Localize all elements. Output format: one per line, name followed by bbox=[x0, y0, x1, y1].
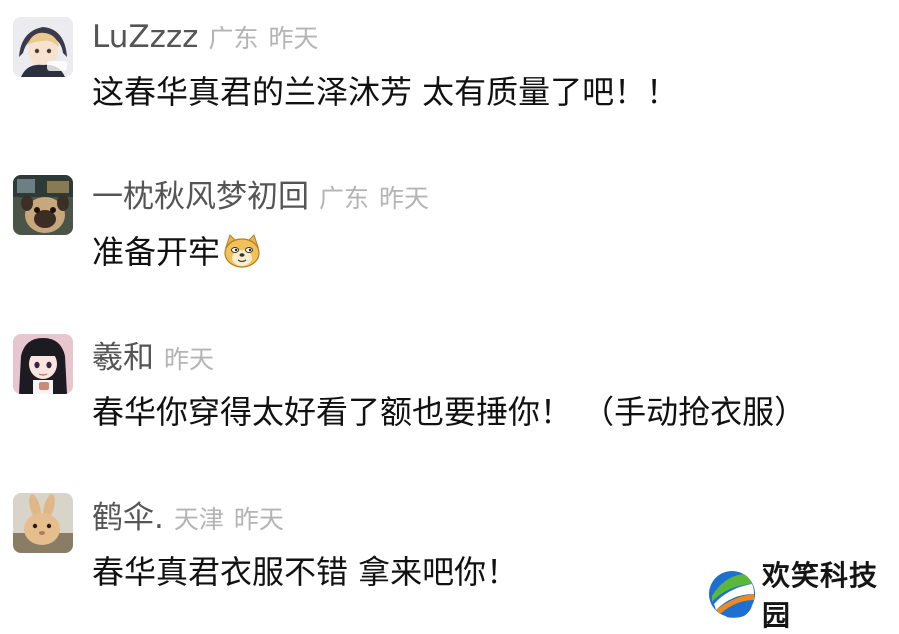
tech-park-logo-icon bbox=[706, 568, 758, 620]
avatar-anime-boy-icon[interactable] bbox=[13, 17, 73, 77]
comment-meta: LuZzzz 广东 昨天 bbox=[92, 15, 318, 59]
username[interactable]: LuZzzz bbox=[92, 19, 198, 55]
comment-item: LuZzzz 广东 昨天 这春华真君的兰泽沐芳 太有质量了吧！！ bbox=[0, 0, 899, 140]
username[interactable]: 羲和 bbox=[92, 340, 154, 376]
timestamp: 昨天 bbox=[268, 24, 319, 53]
doge-emoji-icon bbox=[222, 233, 262, 269]
timestamp: 昨天 bbox=[379, 184, 430, 213]
comment-text: 春华真君衣服不错 拿来吧你！ bbox=[92, 553, 519, 591]
watermark: 欢笑科技园 bbox=[706, 559, 899, 632]
comment-text: 春华你穿得太好看了额也要捶你！ （手动抢衣服） bbox=[92, 393, 807, 431]
comment-meta: 一枕秋风梦初回 广东 昨天 bbox=[92, 175, 429, 219]
comment-text: 这春华真君的兰泽沐芳 太有质量了吧！！ bbox=[92, 73, 679, 111]
comment-text: 准备开牢 bbox=[92, 233, 221, 271]
comment-meta: 羲和 昨天 bbox=[92, 336, 214, 380]
comment-text-row: 准备开牢 bbox=[92, 230, 262, 274]
comment-item: 一枕秋风梦初回 广东 昨天 准备开牢 bbox=[0, 160, 899, 300]
comment-item: 羲和 昨天 春华你穿得太好看了额也要捶你！ （手动抢衣服） bbox=[0, 320, 899, 460]
username[interactable]: 一枕秋风梦初回 bbox=[92, 179, 309, 215]
username[interactable]: 鹤伞. bbox=[92, 500, 164, 536]
avatar-rabbit-icon[interactable] bbox=[13, 493, 73, 553]
timestamp: 昨天 bbox=[233, 505, 284, 534]
location-label: 广东 bbox=[208, 24, 259, 53]
comment-meta: 鹤伞. 天津 昨天 bbox=[92, 496, 284, 540]
location-label: 广东 bbox=[319, 184, 370, 213]
avatar-pug-icon[interactable] bbox=[13, 175, 73, 235]
avatar-anime-girl-icon[interactable] bbox=[13, 334, 73, 394]
location-label: 天津 bbox=[173, 505, 224, 534]
watermark-text: 欢笑科技园 bbox=[762, 559, 879, 632]
timestamp: 昨天 bbox=[164, 345, 215, 374]
